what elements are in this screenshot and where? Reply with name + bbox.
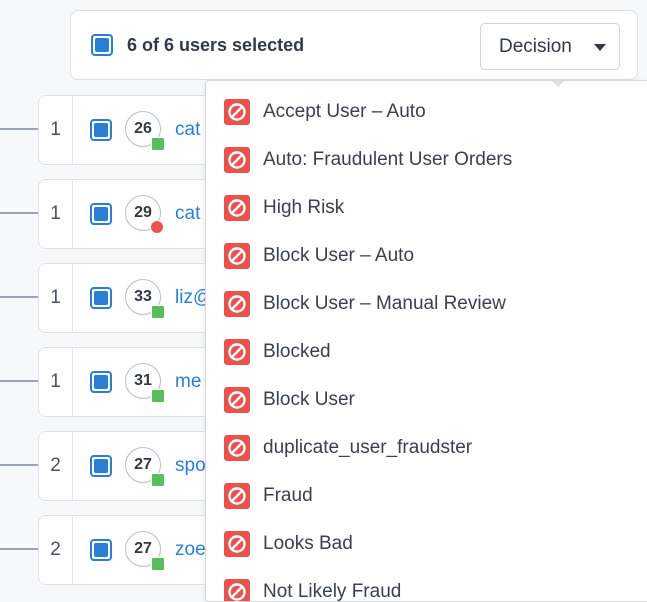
menu-item-label: Block User – Auto (263, 245, 415, 266)
user-link[interactable]: me (175, 371, 201, 393)
user-row[interactable]: 2 27 spo (38, 431, 218, 501)
select-all-checkbox[interactable] (91, 34, 113, 56)
status-ok-icon (151, 557, 165, 571)
order-count: 2 (39, 516, 73, 584)
menu-item-label: Block User (263, 389, 355, 410)
user-row[interactable]: 1 33 liz@ (38, 263, 218, 333)
decision-dropdown-button[interactable]: Decision (480, 23, 620, 70)
row-checkbox[interactable] (90, 119, 112, 141)
order-count: 1 (39, 96, 73, 164)
block-icon (224, 195, 250, 221)
order-count: 2 (39, 432, 73, 500)
bulk-action-header: 6 of 6 users selected Decision (70, 10, 638, 80)
risk-score: 26 (125, 111, 165, 151)
menu-item-high-risk[interactable]: High Risk (206, 177, 647, 225)
score-value: 26 (134, 120, 152, 137)
risk-score: 29 (125, 195, 164, 234)
status-ok-icon (151, 389, 165, 403)
block-icon (224, 483, 250, 509)
block-icon (224, 579, 250, 601)
user-row[interactable]: 1 31 me (38, 347, 218, 417)
user-link[interactable]: zoe (175, 539, 206, 561)
menu-item-looks-bad[interactable]: Looks Bad (206, 513, 647, 561)
connector-line (0, 464, 40, 466)
menu-item-block-user-auto[interactable]: Block User – Auto (206, 225, 647, 273)
menu-item-auto-fraudulent-user-orders[interactable]: Auto: Fraudulent User Orders (206, 129, 647, 177)
menu-item-not-likely-fraud[interactable]: Not Likely Fraud (206, 561, 647, 602)
menu-item-accept-user-auto[interactable]: Accept User – Auto (206, 81, 647, 129)
caret-down-icon (594, 44, 606, 51)
menu-item-label: Looks Bad (263, 533, 353, 554)
connector-line (0, 296, 40, 298)
connector-line (0, 212, 40, 214)
risk-score: 27 (125, 447, 165, 487)
risk-score: 33 (125, 279, 165, 319)
block-icon (224, 243, 250, 269)
row-checkbox[interactable] (90, 287, 112, 309)
user-link[interactable]: cat (175, 203, 200, 225)
menu-item-label: Auto: Fraudulent User Orders (263, 149, 513, 170)
row-checkbox[interactable] (90, 371, 112, 393)
score-value: 27 (134, 540, 152, 557)
menu-item-label: Blocked (263, 341, 331, 362)
row-checkbox[interactable] (90, 203, 112, 225)
user-link[interactable]: cat (175, 119, 200, 141)
user-link[interactable]: spo (175, 455, 206, 477)
selection-count: 6 of 6 users selected (127, 35, 305, 55)
risk-score: 27 (125, 531, 165, 571)
status-ok-icon (151, 305, 165, 319)
menu-item-label: duplicate_user_fraudster (263, 437, 473, 458)
block-icon (224, 147, 250, 173)
risk-score: 31 (125, 363, 165, 403)
menu-item-blocked[interactable]: Blocked (206, 321, 647, 369)
menu-item-label: Fraud (263, 485, 313, 506)
score-value: 31 (134, 372, 152, 389)
status-alert-icon (150, 220, 164, 234)
menu-item-block-user[interactable]: Block User (206, 369, 647, 417)
status-ok-icon (151, 473, 165, 487)
row-checkbox[interactable] (90, 455, 112, 477)
score-value: 29 (134, 204, 152, 221)
decision-menu: Accept User – Auto Auto: Fraudulent User… (205, 80, 647, 602)
menu-item-label: High Risk (263, 197, 345, 218)
block-icon (224, 339, 250, 365)
order-count: 1 (39, 264, 73, 332)
menu-item-duplicate-user-fraudster[interactable]: duplicate_user_fraudster (206, 417, 647, 465)
user-row[interactable]: 1 26 cat (38, 95, 218, 165)
block-icon (224, 99, 250, 125)
status-ok-icon (151, 137, 165, 151)
block-icon (224, 387, 250, 413)
connector-line (0, 380, 40, 382)
menu-item-fraud[interactable]: Fraud (206, 465, 647, 513)
user-row[interactable]: 1 29 cat (38, 179, 218, 249)
block-icon (224, 531, 250, 557)
user-row[interactable]: 2 27 zoe (38, 515, 218, 585)
menu-item-label: Block User – Manual Review (263, 293, 506, 314)
menu-item-block-user-manual-review[interactable]: Block User – Manual Review (206, 273, 647, 321)
row-checkbox[interactable] (90, 539, 112, 561)
order-count: 1 (39, 180, 73, 248)
connector-line (0, 548, 40, 550)
block-icon (224, 291, 250, 317)
menu-item-label: Accept User – Auto (263, 101, 426, 122)
block-icon (224, 435, 250, 461)
decision-label: Decision (499, 36, 572, 57)
score-value: 27 (134, 456, 152, 473)
connector-line (0, 128, 40, 130)
order-count: 1 (39, 348, 73, 416)
menu-item-label: Not Likely Fraud (263, 581, 402, 602)
score-value: 33 (134, 288, 152, 305)
